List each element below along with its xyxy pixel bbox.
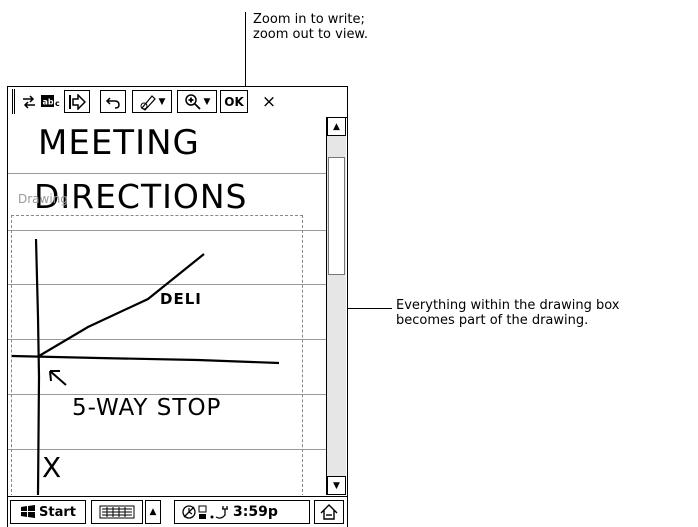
chevron-down-icon: ▼: [158, 96, 166, 107]
svg-text:ab: ab: [43, 97, 54, 106]
start-button[interactable]: Start: [10, 500, 86, 524]
chevron-down-icon: ▼: [203, 96, 211, 107]
scroll-down-icon: ▼: [333, 480, 340, 491]
ok-button[interactable]: OK: [220, 90, 248, 113]
drawn-vertical-road: [34, 238, 41, 495]
close-icon[interactable]: ×: [256, 90, 282, 113]
connectivity-button[interactable]: [314, 500, 344, 524]
scroll-up-icon: ▲: [333, 121, 340, 132]
zoom-callout: Zoom in to write; zoom out to view.: [253, 12, 368, 42]
tray-icons: [182, 505, 228, 519]
note-canvas[interactable]: MEETING DIRECTIONS Drawing DELI 5-WAY ST…: [8, 117, 326, 495]
vertical-scrollbar[interactable]: ▲ ▼: [326, 117, 346, 495]
start-label: Start: [39, 504, 76, 520]
keyboard-button[interactable]: [91, 500, 143, 524]
swap-icon[interactable]: [20, 90, 38, 113]
recognize-icon[interactable]: ab c: [40, 90, 62, 113]
drawn-horizontal-road: [11, 354, 280, 365]
clock: 3:59p: [233, 504, 278, 520]
insert-icon[interactable]: [64, 90, 90, 113]
drawing-box-callout: Everything within the drawing box become…: [396, 298, 619, 328]
drawing-box-callout-line2: becomes part of the drawing.: [396, 313, 589, 328]
pen-icon: [140, 94, 156, 111]
notes-toolbar: ab c ▼ ▼ OK ×: [8, 86, 347, 118]
drawn-arrow: [49, 370, 67, 386]
keyboard-icon: [99, 505, 135, 519]
undo-icon[interactable]: [100, 90, 126, 113]
connectivity-icon: [320, 504, 338, 520]
zoom-icon: [184, 93, 201, 110]
system-tray[interactable]: 3:59p: [174, 500, 310, 524]
drawing-box-callout-line1: Everything within the drawing box: [396, 298, 620, 313]
scroll-up-button[interactable]: ▲: [327, 117, 346, 136]
pen-dropdown[interactable]: ▼: [132, 90, 172, 113]
zoom-dropdown[interactable]: ▼: [177, 90, 217, 113]
handwriting-x: X: [42, 451, 63, 484]
pocket-pc-notes-window: abc ▼ ▼ OK × MEETING DIRECTIONS Drawing: [7, 86, 348, 527]
handwriting-stop: 5-WAY STOP: [72, 395, 222, 421]
taskbar: Start ▲ 3:59p: [8, 496, 347, 527]
chevron-up-icon: ▲: [149, 507, 157, 517]
input-menu-button[interactable]: ▲: [145, 500, 161, 524]
scroll-thumb[interactable]: [328, 157, 345, 275]
scroll-down-button[interactable]: ▼: [327, 476, 346, 495]
svg-text:c: c: [55, 99, 60, 108]
zoom-callout-line1: Zoom in to write;: [253, 12, 365, 27]
handwriting-deli: DELI: [160, 290, 202, 308]
zoom-callout-leader: [245, 12, 246, 88]
toolbar-grip[interactable]: [12, 89, 15, 114]
windows-flag-icon: [21, 505, 35, 518]
zoom-callout-line2: zoom out to view.: [253, 27, 369, 42]
